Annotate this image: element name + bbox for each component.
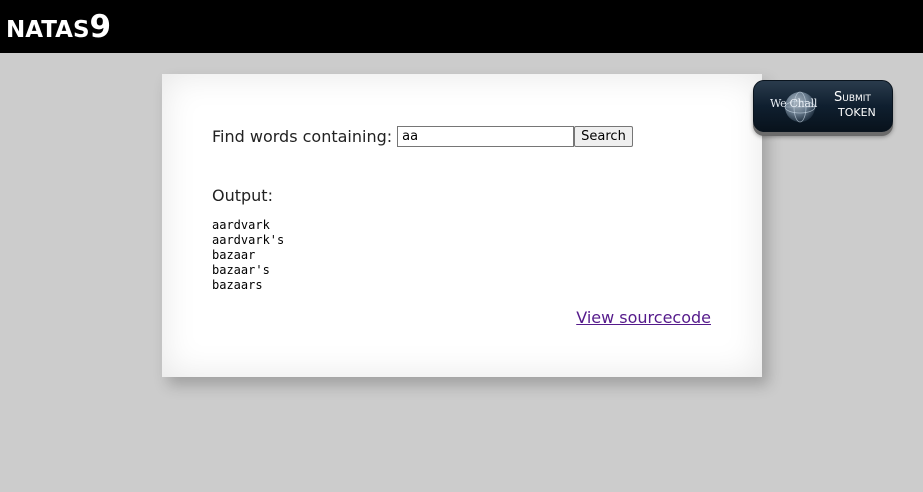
output-label: Output: bbox=[212, 186, 273, 205]
site-title: NATAS9 bbox=[6, 12, 111, 43]
wechall-submit-label: Submit bbox=[834, 90, 871, 105]
site-title-name: NATAS bbox=[6, 17, 90, 43]
content-panel: Find words containing: Search Output: aa… bbox=[162, 74, 762, 377]
output-line: bazaars bbox=[212, 278, 263, 292]
site-title-level: 9 bbox=[89, 9, 112, 45]
search-input[interactable] bbox=[397, 126, 575, 147]
output-line: aardvark's bbox=[212, 233, 285, 247]
wechall-submit-token-button[interactable]: We Chall Submit TOKEN bbox=[753, 80, 893, 132]
search-form: Find words containing: Search bbox=[212, 126, 633, 147]
wechall-token-label: TOKEN bbox=[838, 106, 876, 119]
output-line: aardvark bbox=[212, 218, 270, 232]
search-label: Find words containing: bbox=[212, 127, 393, 146]
header-bar: NATAS9 bbox=[0, 0, 923, 53]
output-results: aardvark aardvark's bazaar bazaar's baza… bbox=[212, 218, 284, 293]
output-line: bazaar bbox=[212, 248, 256, 262]
output-line: bazaar's bbox=[212, 263, 270, 277]
view-sourcecode-link[interactable]: View sourcecode bbox=[576, 308, 711, 327]
wechall-logo-text: We Chall bbox=[770, 97, 818, 110]
search-button[interactable]: Search bbox=[574, 126, 633, 147]
